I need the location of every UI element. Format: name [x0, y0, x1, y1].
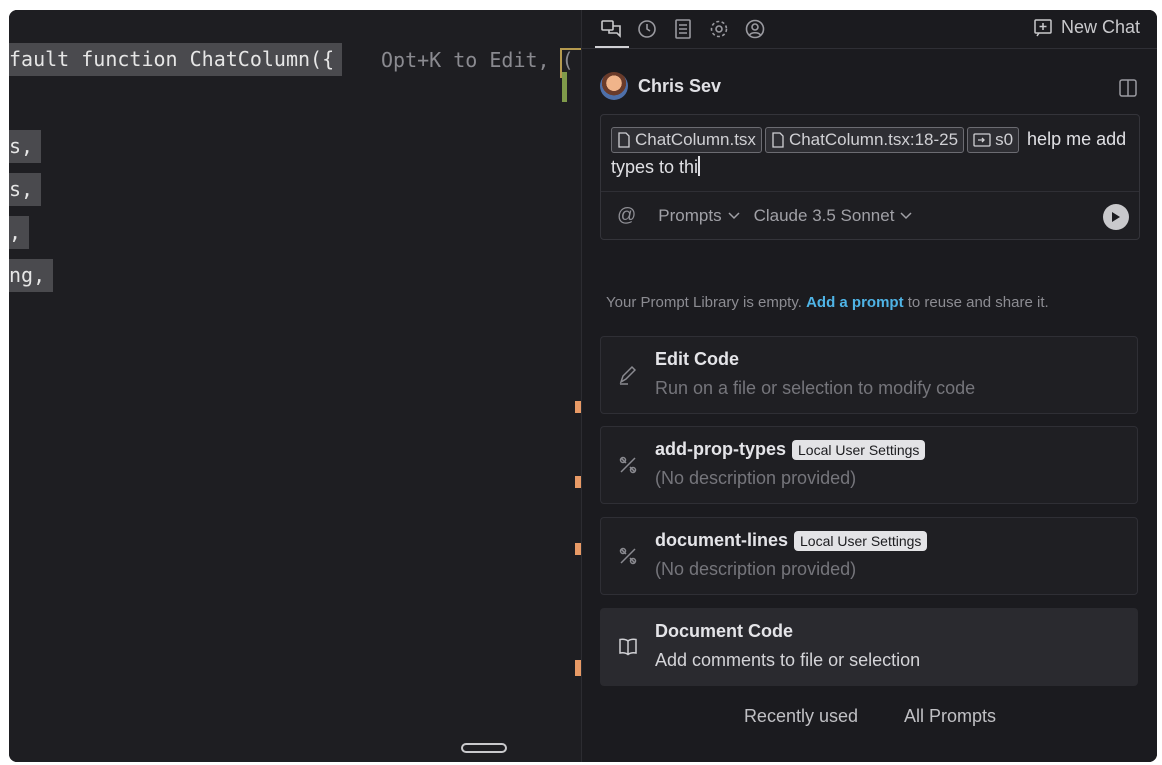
- inline-edit-hint: Opt+K to Edit, (: [381, 48, 574, 72]
- new-chat-button[interactable]: New Chat: [1033, 17, 1140, 38]
- folder-icon: [973, 133, 991, 147]
- settings-badge: Local User Settings: [792, 439, 926, 460]
- file-icon: [772, 132, 784, 148]
- prompt-card-add-prop-types[interactable]: add-prop-types Local User Settings (No de…: [600, 426, 1138, 504]
- card-description: Run on a file or selection to modify cod…: [655, 378, 976, 398]
- scrollbar-handle[interactable]: [461, 743, 507, 753]
- prompts-dropdown[interactable]: Prompts: [658, 206, 740, 226]
- text-cursor: [698, 156, 701, 177]
- card-title: Document Code: [655, 621, 793, 642]
- chevron-down-icon: [728, 212, 740, 220]
- prompt-card-document-lines[interactable]: document-lines Local User Settings (No de…: [600, 517, 1138, 595]
- recently-used-link[interactable]: Recently used: [744, 706, 858, 727]
- book-icon: [619, 638, 637, 656]
- play-icon: [1112, 212, 1120, 222]
- chip-label: ChatColumn.tsx:18-25: [788, 130, 959, 150]
- card-description: (No description provided): [655, 468, 857, 488]
- context-chip[interactable]: ChatColumn.tsx:18-25: [764, 127, 965, 154]
- avatar: [600, 72, 628, 100]
- tools-icon: [619, 456, 637, 474]
- file-icon: [618, 132, 630, 148]
- new-chat-label: New Chat: [1060, 17, 1140, 37]
- chat-icon[interactable]: [598, 16, 624, 42]
- card-title: document-lines Local User Settings: [655, 530, 928, 551]
- prompt-library-note: Your Prompt Library is empty. Add a prom…: [606, 294, 1049, 311]
- context-chip[interactable]: s0: [967, 127, 1020, 154]
- chat-panel: New Chat Chris Sev ChatColumn.tsx ChatCol…: [581, 10, 1157, 762]
- code-line[interactable]: ng,: [9, 259, 54, 292]
- card-title-text: Document Code: [655, 621, 794, 641]
- user-row: Chris Sev: [600, 72, 721, 100]
- prompt-card-document-code[interactable]: Document Code Add comments to file or se…: [600, 608, 1138, 686]
- settings-icon[interactable]: [706, 16, 732, 42]
- code-line[interactable]: ,: [9, 216, 30, 249]
- new-chat-icon: [1034, 18, 1052, 36]
- chip-label: s0: [995, 130, 1014, 150]
- account-icon[interactable]: [742, 16, 768, 42]
- code-line[interactable]: s,: [9, 173, 42, 206]
- split-view-icon[interactable]: [1118, 78, 1138, 103]
- notes-icon[interactable]: [670, 16, 696, 42]
- add-prompt-link[interactable]: Add a prompt: [806, 294, 904, 311]
- model-dropdown[interactable]: Claude 3.5 Sonnet: [754, 206, 913, 226]
- card-title-text: Edit Code: [655, 349, 739, 369]
- panel-toolbar: New Chat: [582, 10, 1157, 49]
- prompt-filter-links: Recently used All Prompts: [582, 706, 1157, 727]
- tools-icon: [619, 547, 637, 565]
- model-label: Claude 3.5 Sonnet: [753, 206, 895, 225]
- card-description: Add comments to file or selection: [655, 650, 921, 670]
- code-editor[interactable]: fault function ChatColumn({ s, s, , ng, …: [9, 10, 584, 762]
- chip-label: ChatColumn.tsx: [635, 130, 756, 150]
- context-chip[interactable]: ChatColumn.tsx: [611, 127, 762, 154]
- card-title: add-prop-types Local User Settings: [655, 439, 926, 460]
- active-tab-indicator: [595, 46, 629, 48]
- pencil-icon: [619, 365, 637, 385]
- chat-composer[interactable]: ChatColumn.tsx ChatColumn.tsx:18-25 s0 hel…: [600, 114, 1140, 240]
- card-title-text: document-lines: [655, 530, 789, 550]
- history-icon[interactable]: [634, 16, 660, 42]
- library-note-text: Your Prompt Library is empty.: [606, 294, 807, 311]
- composer-input[interactable]: ChatColumn.tsx ChatColumn.tsx:18-25 s0 hel…: [611, 125, 1131, 181]
- code-line[interactable]: s,: [9, 130, 42, 163]
- card-title-text: add-prop-types: [655, 439, 787, 459]
- all-prompts-link[interactable]: All Prompts: [904, 706, 996, 727]
- library-note-text: to reuse and share it.: [903, 294, 1049, 311]
- user-name: Chris Sev: [638, 75, 722, 96]
- mention-button[interactable]: @: [617, 205, 636, 227]
- card-title: Edit Code: [655, 349, 739, 370]
- code-line[interactable]: fault function ChatColumn({: [9, 43, 343, 76]
- gutter-added-marker: [562, 72, 567, 102]
- chevron-down-icon: [900, 212, 912, 220]
- send-button[interactable]: [1103, 204, 1129, 230]
- prompts-label: Prompts: [658, 206, 722, 225]
- settings-badge: Local User Settings: [794, 530, 928, 551]
- app-window: fault function ChatColumn({ s, s, , ng, …: [9, 10, 1157, 762]
- card-description: (No description provided): [655, 559, 857, 579]
- prompt-card-edit-code[interactable]: Edit Code Run on a file or selection to …: [600, 336, 1138, 414]
- composer-toolbar: @ Prompts Claude 3.5 Sonnet: [601, 191, 1139, 240]
